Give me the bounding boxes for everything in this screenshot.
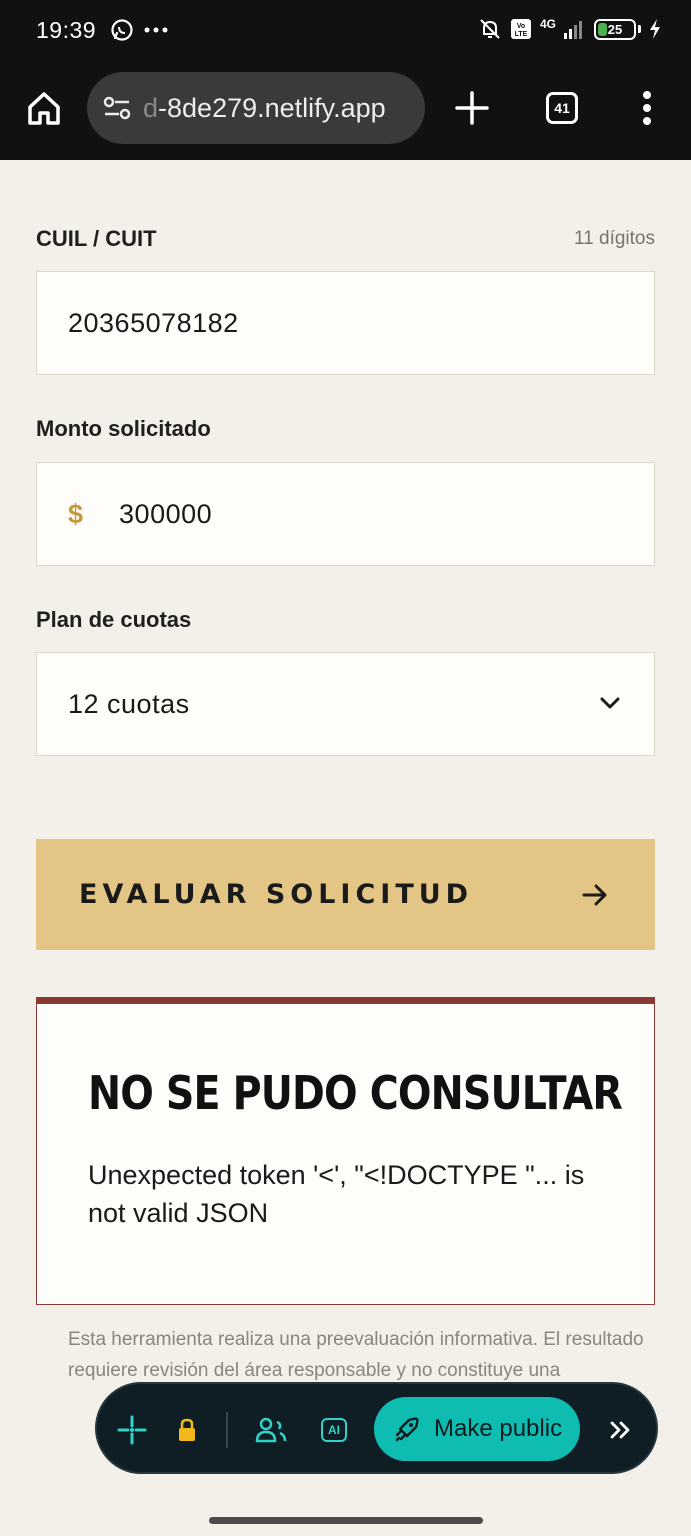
arrow-right-icon: [582, 884, 607, 906]
disclaimer-text: Esta herramienta realiza una preevaluaci…: [68, 1329, 644, 1381]
expand-toolbar-icon[interactable]: [604, 1414, 636, 1446]
volte-icon: Vo LTE: [510, 19, 531, 39]
home-indicator[interactable]: [209, 1517, 483, 1524]
currency-symbol: $: [68, 498, 84, 529]
signal-icon: [564, 21, 582, 39]
battery-icon: 25: [594, 18, 636, 40]
chevron-down-icon: [600, 697, 620, 709]
floating-toolbar: AI Make public: [95, 1382, 658, 1474]
whatsapp-icon: [111, 19, 133, 41]
evaluate-request-button[interactable]: EVALUAR SOLICITUD: [36, 839, 655, 950]
site-settings-icon[interactable]: [103, 95, 131, 121]
battery-level: 25: [607, 21, 623, 37]
netlify-logo-icon[interactable]: [116, 1414, 148, 1446]
plan-selected-value: 12 cuotas: [68, 688, 190, 719]
error-message: Unexpected token '<', "<!DOCTYPE "... is…: [88, 1160, 585, 1228]
status-bar: 19:39 Vo LTE 4G 25: [0, 0, 691, 62]
error-card: NO SE PUDO CONSULTAR Unexpected token '<…: [36, 997, 655, 1305]
rocket-icon: [395, 1417, 419, 1442]
charging-icon: [650, 19, 660, 39]
toolbar-divider: [226, 1412, 228, 1448]
network-type: 4G: [539, 17, 556, 31]
new-tab-icon[interactable]: [452, 88, 492, 128]
status-left-icons: [110, 18, 168, 42]
ai-button[interactable]: AI: [318, 1414, 350, 1446]
muted-bell-icon: [480, 19, 500, 39]
url-faded-part: d: [143, 92, 159, 123]
home-icon[interactable]: [24, 88, 64, 128]
tab-count: 41: [554, 100, 570, 116]
more-notifications-icon: [144, 27, 168, 33]
tab-switcher-button[interactable]: 41: [546, 92, 578, 124]
collaborators-icon[interactable]: [255, 1414, 287, 1446]
svg-text:Vo: Vo: [517, 23, 525, 30]
lock-icon[interactable]: [171, 1414, 203, 1446]
ai-icon: AI: [321, 1418, 347, 1442]
plan-label: Plan de cuotas: [36, 607, 192, 632]
monto-input[interactable]: $ 300000: [36, 462, 655, 566]
cuil-value: 20365078182: [68, 307, 239, 338]
plan-select[interactable]: 12 cuotas: [36, 652, 655, 756]
svg-text:LTE: LTE: [515, 31, 528, 38]
url-domain: -8de279.netlify.app: [158, 92, 386, 123]
cuil-hint: 11 dígitos: [574, 228, 655, 249]
cuil-label: CUIL / CUIT: [36, 226, 157, 251]
monto-label: Monto solicitado: [36, 416, 211, 441]
overflow-menu-icon[interactable]: [636, 90, 658, 126]
status-time: 19:39: [36, 17, 97, 43]
browser-toolbar: d-8de279.netlify.app 41: [0, 62, 691, 160]
cuil-input[interactable]: 20365078182: [36, 271, 655, 375]
url-text: d-8de279.netlify.app: [143, 93, 386, 124]
battery-nub: [638, 25, 641, 33]
error-title: NO SE PUDO CONSULTAR: [88, 1066, 623, 1120]
make-public-label: Make public: [434, 1415, 563, 1442]
monto-value: 300000: [119, 498, 213, 529]
status-right-icons: Vo LTE 4G 25: [478, 17, 661, 41]
evaluate-request-label: EVALUAR SOLICITUD: [79, 879, 474, 910]
url-bar[interactable]: d-8de279.netlify.app: [87, 72, 425, 144]
make-public-button[interactable]: Make public: [374, 1397, 580, 1461]
